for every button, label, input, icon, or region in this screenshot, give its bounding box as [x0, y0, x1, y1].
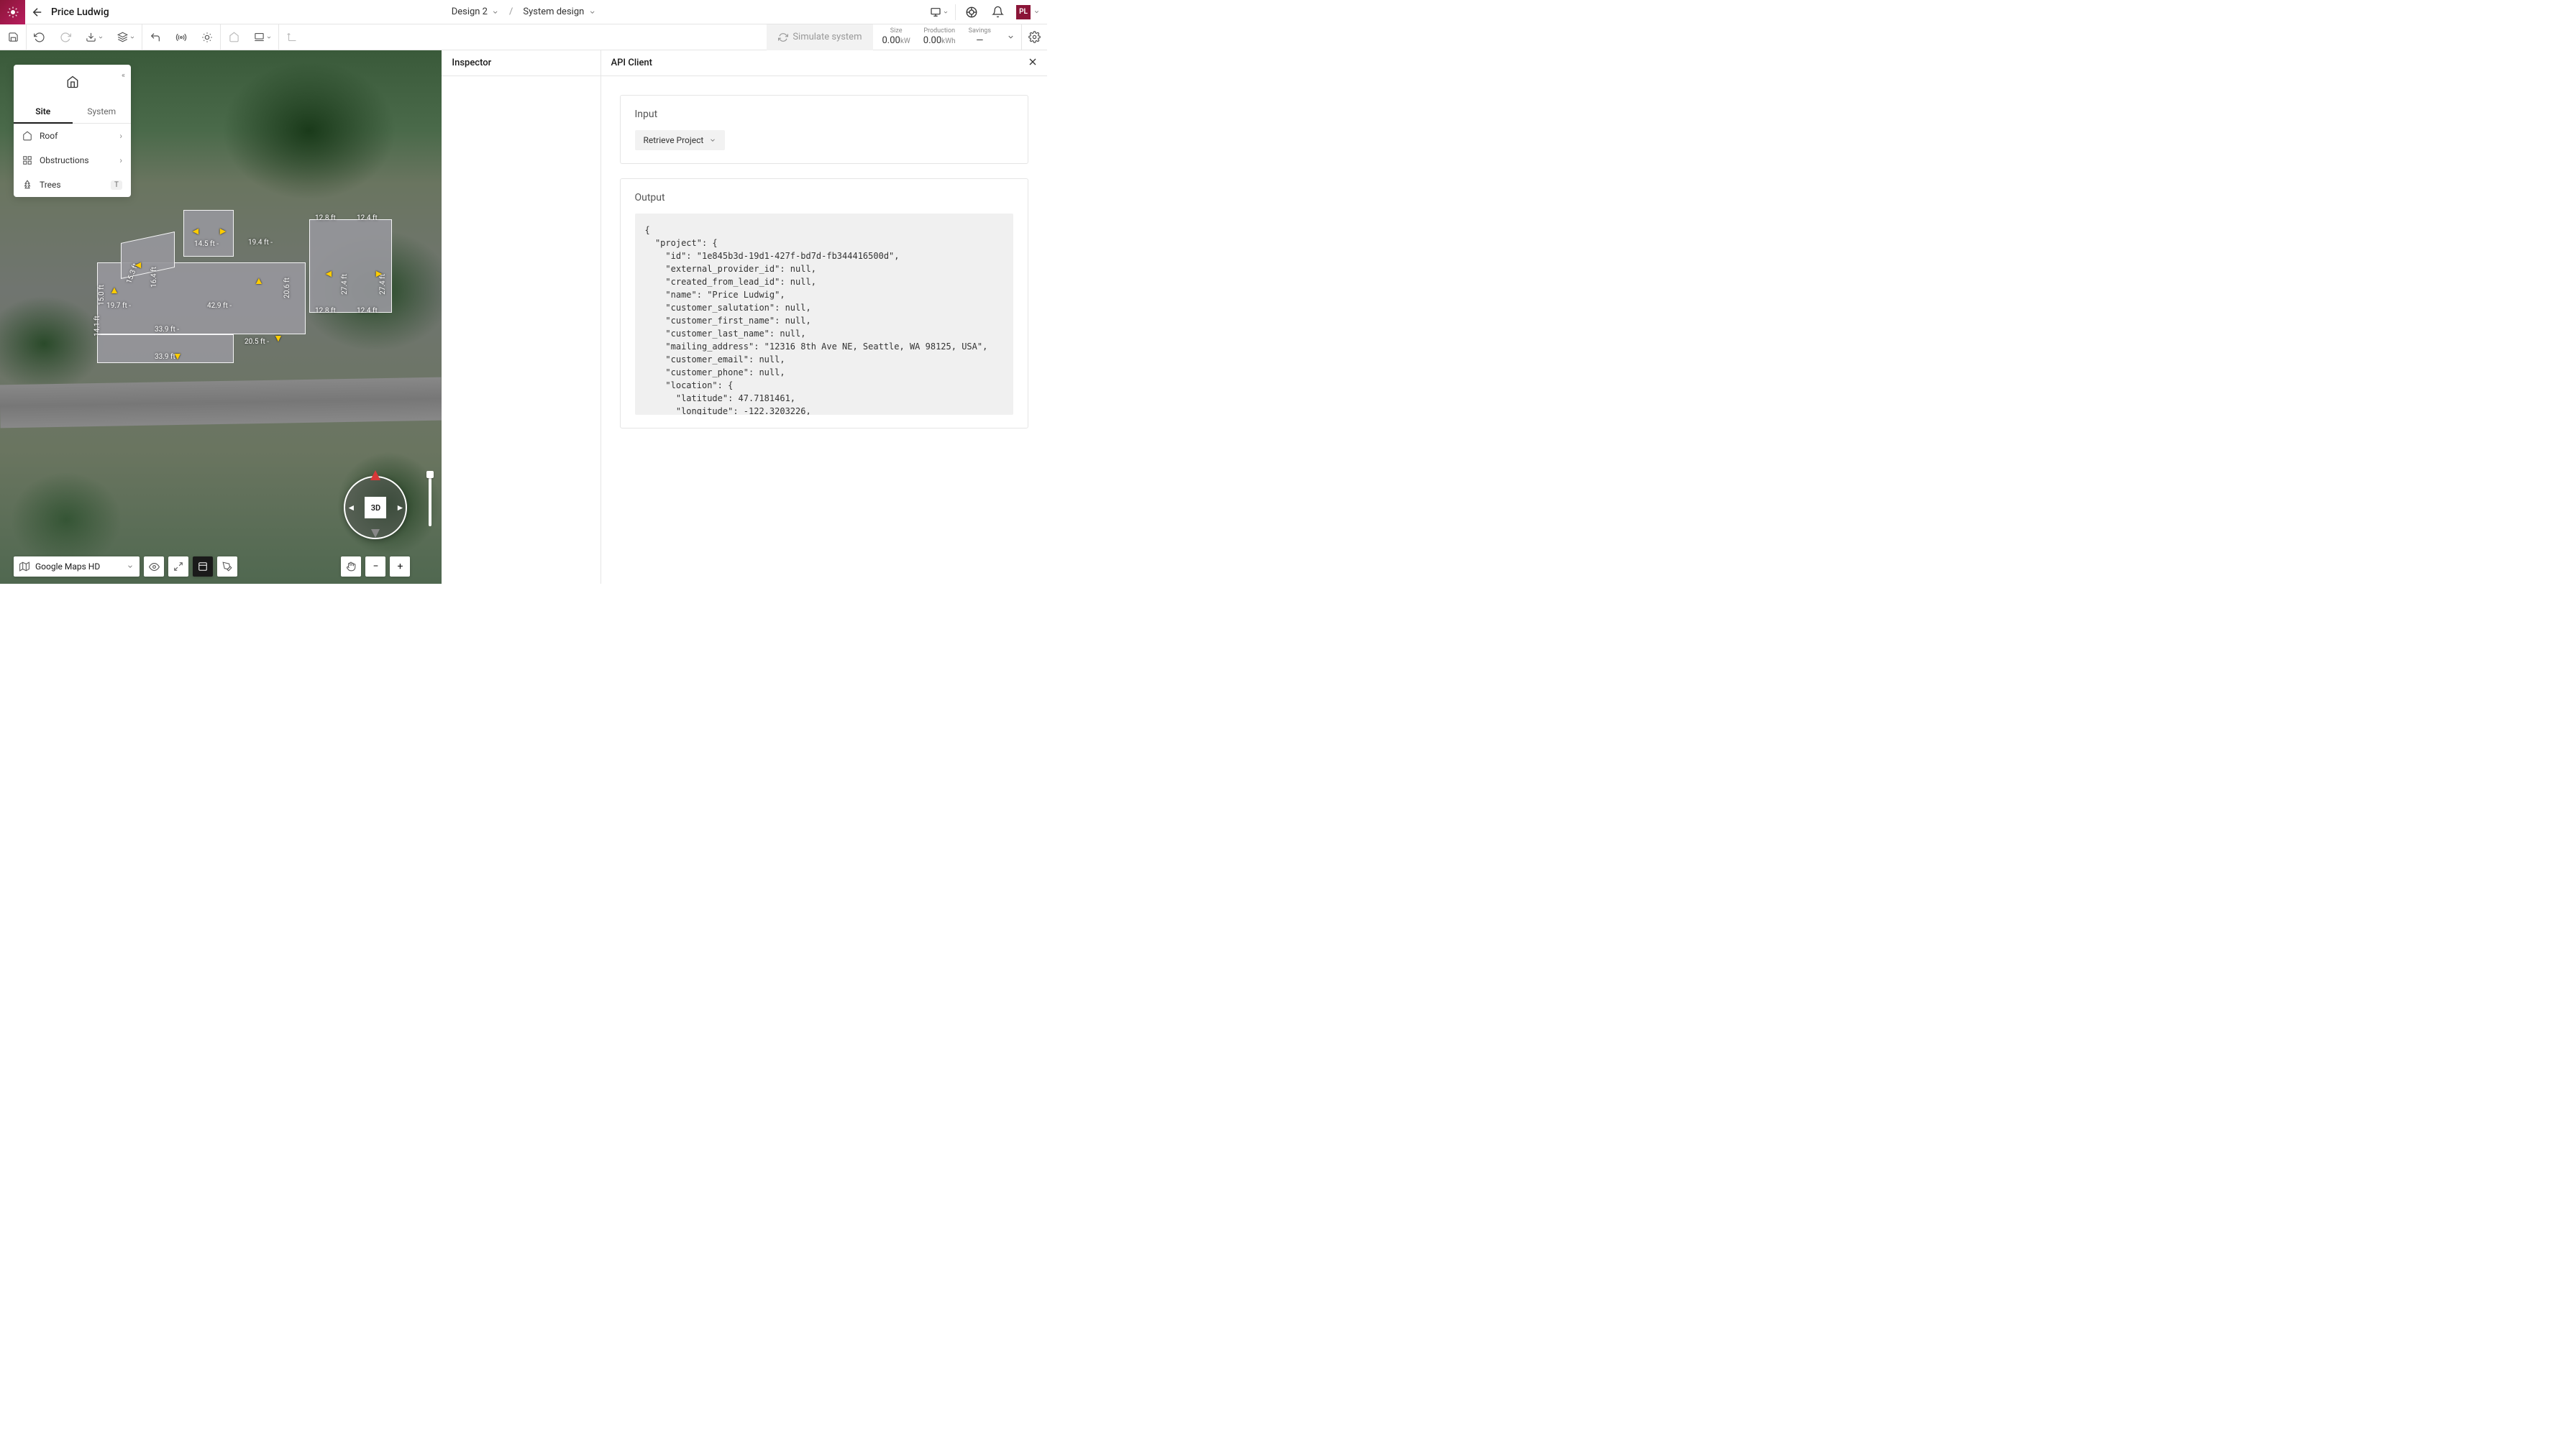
close-button[interactable] [1027, 56, 1038, 68]
view-selector[interactable]: System design [519, 4, 600, 20]
sun-button[interactable] [194, 24, 220, 50]
chevron-down-icon [492, 9, 499, 16]
inspector-panel: Inspector [442, 50, 600, 584]
panel-item-obstructions[interactable]: Obstructions › [14, 148, 131, 173]
roof-edge-label: 14.5 ft - [194, 240, 219, 248]
roof-edge-label: 19.4 ft - [248, 239, 273, 247]
roof-edge-label: 20.5 ft - [245, 338, 269, 346]
fullscreen-button[interactable] [168, 556, 188, 577]
chevron-right-icon: › [119, 131, 122, 141]
metrics-bar: Size 0.00kW Production 0.00kWh Savings — [873, 28, 1000, 46]
output-card: Output { "project": { "id": "1e845b3d-19… [620, 178, 1029, 428]
project-name: Price Ludwig [51, 6, 109, 18]
simulate-label: Simulate system [793, 32, 862, 42]
redo-button[interactable] [52, 24, 78, 50]
api-client-title: API Client [601, 50, 1048, 76]
operation-selector[interactable]: Retrieve Project [635, 130, 726, 150]
map-icon [19, 561, 29, 572]
roof-edge-label: 27.4 ft [341, 274, 349, 295]
back-button[interactable] [25, 0, 50, 24]
save-button[interactable] [0, 24, 26, 50]
download-button[interactable] [78, 24, 110, 50]
metric-savings: Savings — [969, 28, 991, 46]
tab-site[interactable]: Site [14, 99, 73, 124]
roof-edge-label: 12.8 ft [315, 214, 336, 222]
roof-icon [22, 131, 32, 141]
roof-edge-label: 14.1 ft [93, 316, 101, 336]
obstruction-icon [22, 155, 32, 165]
site-panel: « Site System Roof › Obstructions › Tree… [14, 65, 131, 197]
toolbar: Simulate system Size 0.00kW Production 0… [0, 24, 1047, 50]
close-icon [1027, 56, 1038, 68]
shortcut-badge: T [111, 180, 122, 190]
app-logo[interactable] [0, 0, 25, 24]
compass-south-icon [371, 529, 380, 538]
output-code[interactable]: { "project": { "id": "1e845b3d-19d1-427f… [635, 214, 1014, 415]
home-3d-button[interactable] [221, 24, 247, 50]
layers-button[interactable] [110, 24, 142, 50]
chevron-down-icon [943, 9, 949, 15]
visibility-button[interactable] [144, 556, 164, 577]
design-label: Design 2 [452, 6, 488, 17]
output-section-title: Output [635, 192, 1014, 203]
roof-edge-label: 20.6 ft [283, 278, 291, 298]
tab-system[interactable]: System [73, 99, 132, 124]
undo-button[interactable] [27, 24, 52, 50]
roof-edge-label: 42.9 ft - [207, 302, 232, 310]
device-button[interactable] [247, 24, 278, 50]
presentation-button[interactable] [926, 0, 952, 24]
panel-item-roof[interactable]: Roof › [14, 124, 131, 148]
inspector-title: Inspector [442, 50, 600, 76]
support-button[interactable] [959, 0, 985, 24]
metric-production: Production 0.00kWh [923, 28, 956, 46]
refresh-icon [778, 32, 788, 42]
compass-west-icon: ◄ [347, 503, 355, 513]
revert-button[interactable] [142, 24, 168, 50]
breadcrumb: Design 2 / System design [447, 4, 600, 20]
axis-button[interactable] [279, 24, 305, 50]
broadcast-button[interactable] [168, 24, 194, 50]
tree-icon [22, 180, 32, 190]
metric-size: Size 0.00kW [882, 28, 910, 46]
basemap-selector[interactable]: Google Maps HD [14, 556, 140, 577]
map-mode-button[interactable] [193, 556, 213, 577]
tilt-slider[interactable] [429, 473, 431, 526]
map-canvas[interactable]: 12.8 ft 12.4 ft 14.5 ft - 19.4 ft - 20.6… [0, 50, 442, 584]
collapse-panel-button[interactable]: « [122, 70, 125, 80]
view-mode-toggle[interactable]: 3D [365, 497, 386, 518]
breadcrumb-separator: / [509, 6, 513, 17]
compass-north-icon [370, 470, 380, 480]
roof-edge-label: 19.7 ft - [106, 302, 131, 310]
view-label: System design [523, 6, 584, 17]
roof-edge-label: 15.0 ft [98, 285, 106, 306]
metrics-expand[interactable] [1000, 33, 1021, 41]
roof-edge-label: 12.8 ft [315, 307, 336, 315]
roof-edge-label: 12.4 ft [357, 307, 378, 315]
roof-edge-label: 16.4 ft [150, 267, 158, 288]
input-card: Input Retrieve Project [620, 95, 1029, 164]
input-section-title: Input [635, 109, 1014, 120]
roof-edge-label: 33.9 ft - [155, 326, 179, 334]
zoom-in-button[interactable]: + [390, 556, 410, 577]
chevron-down-icon [588, 9, 595, 16]
chevron-down-icon [709, 137, 716, 144]
settings-button[interactable] [1021, 24, 1047, 50]
measure-button[interactable] [217, 556, 237, 577]
top-bar: Price Ludwig Design 2 / System design PL [0, 0, 1047, 24]
home-icon [14, 65, 131, 99]
chevron-right-icon: › [119, 155, 122, 165]
chevron-down-icon [127, 563, 134, 570]
chevron-down-icon[interactable] [1033, 9, 1040, 15]
roof-edge-label: 12.4 ft [357, 214, 378, 222]
pan-button[interactable] [341, 556, 361, 577]
user-avatar[interactable]: PL [1016, 5, 1031, 19]
notifications-button[interactable] [985, 0, 1010, 24]
compass-east-icon: ► [396, 503, 405, 513]
zoom-out-button[interactable]: − [365, 556, 385, 577]
simulate-button[interactable]: Simulate system [767, 24, 873, 50]
panel-item-trees[interactable]: Trees T [14, 173, 131, 197]
design-selector[interactable]: Design 2 [447, 4, 503, 20]
compass[interactable]: ◄ ► 3D [344, 476, 407, 539]
api-client-panel: API Client Input Retrieve Project Output… [601, 50, 1048, 584]
